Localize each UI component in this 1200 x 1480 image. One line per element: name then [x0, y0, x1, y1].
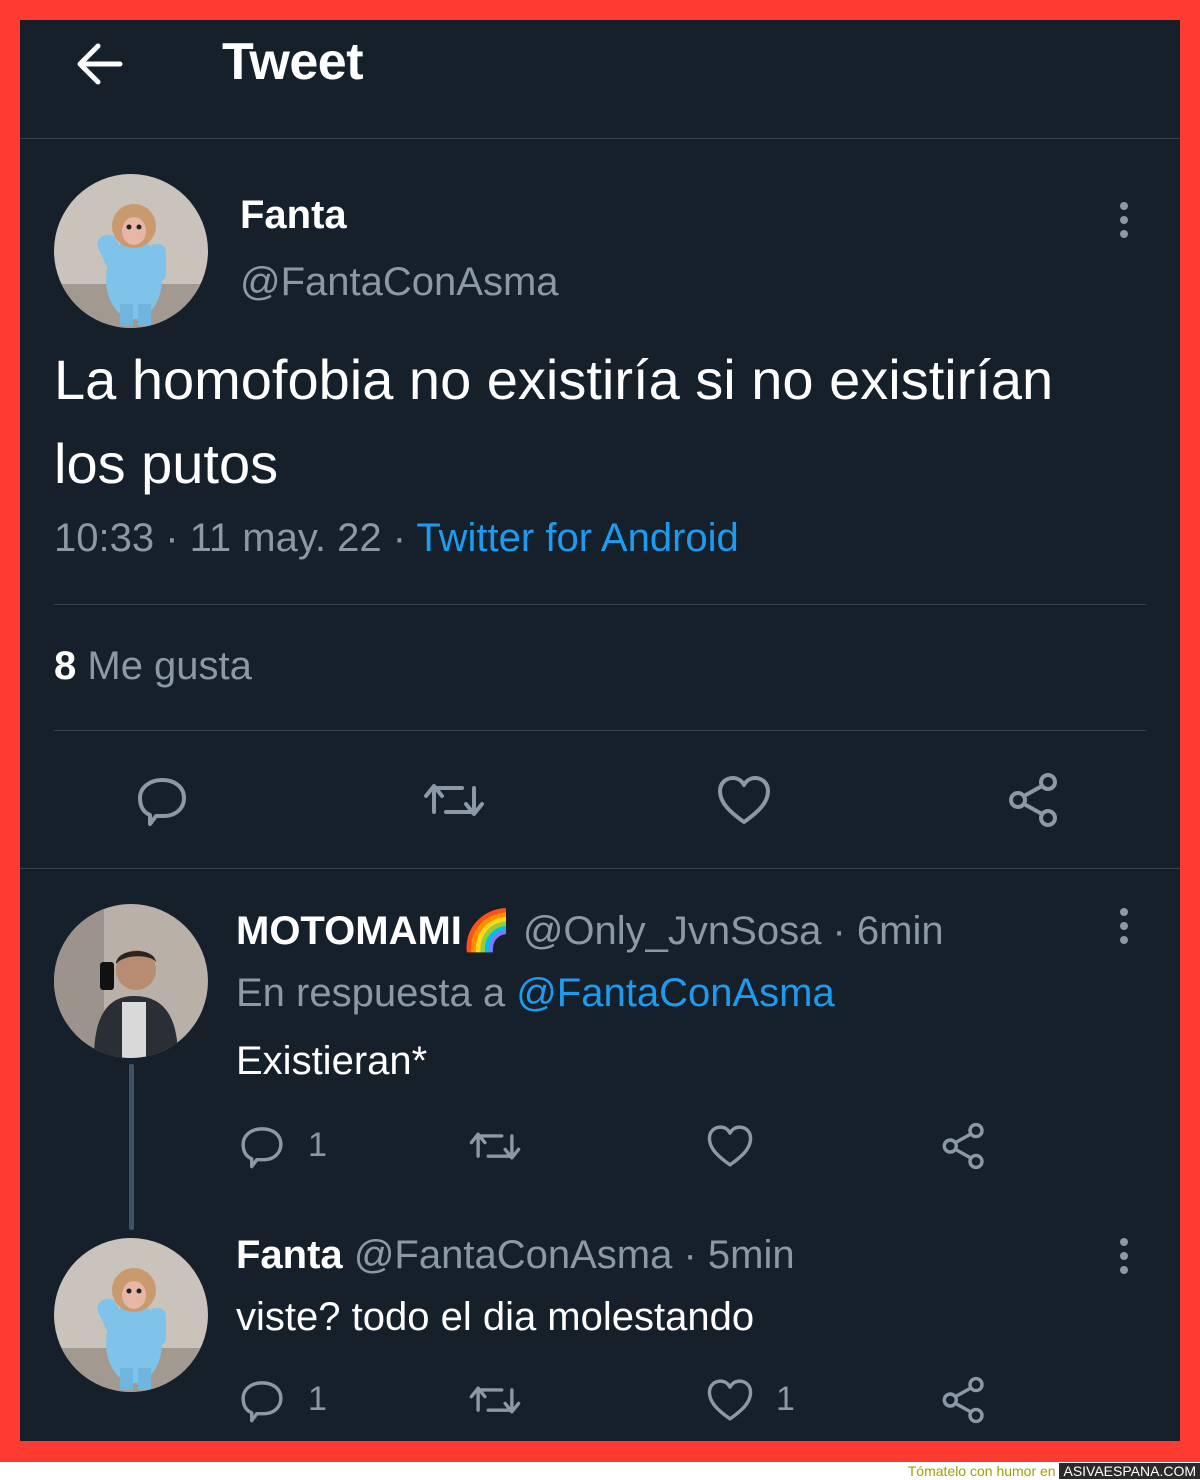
reply-count: 1 [308, 1380, 327, 1418]
author-handle[interactable]: @FantaConAsma [240, 260, 559, 305]
reply-time: · 6min [832, 909, 944, 953]
reply-count: 1 [308, 1126, 327, 1164]
page-title: Tweet [222, 33, 364, 91]
reply-time: · 5min [683, 1233, 795, 1277]
tweet-source-link[interactable]: Twitter for Android [416, 516, 738, 560]
like-button[interactable] [706, 1376, 754, 1424]
more-options-button[interactable] [1112, 904, 1136, 948]
reply-text: Existieran* [236, 1039, 428, 1083]
share-icon [1009, 773, 1057, 827]
section-divider [20, 868, 1180, 869]
divider [54, 604, 1146, 605]
monkey-avatar-image [54, 174, 208, 328]
reply-author-name[interactable]: MOTOMAMI🌈 [236, 909, 512, 953]
likes-stat[interactable]: 8 Me gusta [54, 644, 252, 689]
retweet-icon [469, 1386, 521, 1414]
reply-header: Fanta @FantaConAsma · 5min [236, 1233, 795, 1278]
reply-icon [241, 1127, 283, 1169]
selfie-avatar-image [54, 904, 208, 1058]
footer-prefix: Tómatelo con humor en [907, 1463, 1056, 1479]
more-options-button[interactable] [1112, 1234, 1136, 1278]
avatar[interactable] [54, 1238, 208, 1392]
reply-to-handle-link[interactable]: @FantaConAsma [516, 971, 835, 1015]
reply-icon [241, 1381, 283, 1423]
reply-author-handle[interactable]: @FantaConAsma [354, 1233, 673, 1277]
reply-icon [138, 778, 186, 826]
footer-site-link[interactable]: ASIVAESPANA.COM [1059, 1463, 1200, 1479]
reply-button[interactable] [238, 1122, 286, 1170]
more-vertical-icon [1120, 1238, 1128, 1274]
back-arrow-icon [77, 43, 123, 85]
avatar[interactable] [54, 904, 208, 1058]
reply-author-name[interactable]: Fanta [236, 1233, 343, 1277]
reply-author-handle[interactable]: @Only_JvnSosa [523, 909, 822, 953]
share-button[interactable] [940, 1376, 988, 1424]
share-button[interactable] [940, 1122, 988, 1170]
monkey-avatar-image [54, 1238, 208, 1392]
more-options-button[interactable] [1112, 198, 1136, 242]
more-vertical-icon [1120, 202, 1128, 238]
share-icon [942, 1376, 984, 1424]
tweet-screen: Tweet Fanta @FantaConAsma La homofobia n… [20, 20, 1180, 1441]
like-button[interactable] [706, 1122, 754, 1170]
like-button[interactable] [716, 772, 772, 828]
site-footer: Tómatelo con humor en ASIVAESPANA.COM [0, 1462, 1200, 1480]
reply-header: MOTOMAMI🌈 @Only_JvnSosa · 6min [236, 907, 944, 954]
heart-icon [718, 776, 770, 824]
heart-icon [707, 1125, 753, 1167]
retweet-button[interactable] [468, 1376, 522, 1424]
likes-count: 8 [54, 644, 77, 688]
reply-button[interactable] [134, 772, 190, 828]
tweet-timestamp: 10:33 · 11 may. 22 · [54, 516, 417, 560]
divider [54, 730, 1146, 731]
retweet-icon [424, 784, 484, 816]
reply-context: En respuesta a @FantaConAsma [236, 971, 835, 1016]
more-vertical-icon [1120, 908, 1128, 944]
share-button[interactable] [1006, 772, 1062, 828]
author-name[interactable]: Fanta [240, 193, 347, 238]
avatar[interactable] [54, 174, 208, 328]
tweet-text: La homofobia no existiría si no existirí… [54, 348, 1054, 495]
retweet-button[interactable] [468, 1122, 522, 1170]
retweet-icon [469, 1132, 521, 1160]
reply-button[interactable] [238, 1376, 286, 1424]
back-button[interactable] [70, 34, 130, 94]
tweet-meta: 10:33 · 11 may. 22 · Twitter for Android [54, 516, 739, 561]
heart-icon [707, 1379, 753, 1421]
reply-text: viste? todo el dia molestando [236, 1295, 755, 1339]
retweet-button[interactable] [422, 772, 486, 828]
reply-to-label: En respuesta a [236, 971, 506, 1015]
red-border-frame: Tweet Fanta @FantaConAsma La homofobia n… [0, 0, 1200, 1462]
share-icon [942, 1122, 984, 1170]
top-bar: Tweet [20, 20, 1180, 139]
likes-label: Me gusta [87, 644, 252, 688]
like-count: 1 [776, 1380, 795, 1418]
thread-connector-line [129, 1064, 134, 1230]
